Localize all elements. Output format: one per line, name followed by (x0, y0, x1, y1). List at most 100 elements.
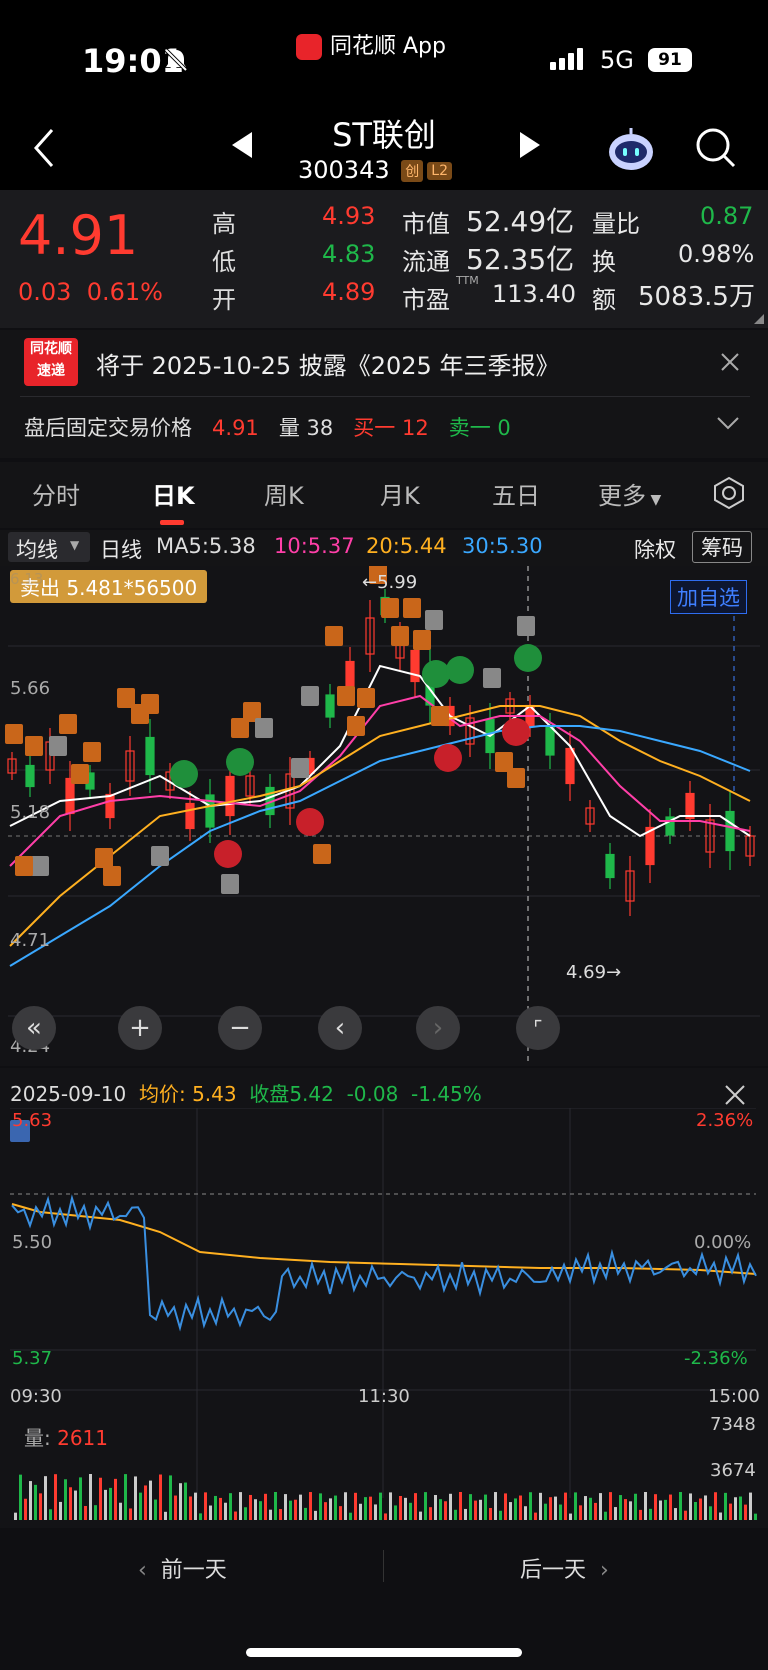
add-watchlist-button[interactable]: 加自选 (670, 580, 747, 614)
tab-weekly-k[interactable]: 周K (264, 476, 304, 511)
search-icon[interactable] (694, 126, 738, 170)
signal-tag (391, 626, 409, 646)
scroll-start-button[interactable]: « (12, 1006, 56, 1050)
current-app-label: 同花顺 App (296, 28, 446, 60)
indicator-selector[interactable]: 均线 ▼ (8, 532, 90, 562)
candle-body (565, 747, 575, 785)
tab-five-day[interactable]: 五日 (492, 476, 540, 511)
next-day-button[interactable]: 后一天 › (520, 1552, 609, 1584)
volume-bar (239, 1492, 242, 1520)
volume-bar (234, 1511, 237, 1520)
volume-bar (304, 1507, 307, 1520)
notice-text[interactable]: 将于 2025-10-25 披露《2025 年三季报》 (96, 346, 559, 381)
intraday-canvas (10, 1108, 757, 1520)
volume-bar (149, 1480, 152, 1520)
quote-panel: 4.91 0.03 0.61% 高 4.93 低 4.83 开 4.89 市值 … (0, 190, 768, 328)
volume-bar (504, 1493, 507, 1520)
volume-bar (189, 1496, 192, 1520)
volume-bar (164, 1511, 167, 1520)
signal-tag (347, 716, 365, 736)
logo-line2: 速递 (37, 363, 65, 379)
high-value: 4.93 (322, 202, 376, 230)
signal-circle (446, 656, 474, 684)
zoom-in-button[interactable]: + (118, 1006, 162, 1050)
chevron-right-icon: › (586, 1558, 609, 1583)
volume-bar (614, 1507, 617, 1520)
open-label: 开 (212, 286, 236, 314)
vol-ratio-label: 量比 (592, 210, 640, 238)
volume-bar (244, 1507, 247, 1520)
fullscreen-button[interactable]: ⌜ (516, 1006, 560, 1050)
y-axis-top: 6.13 (10, 570, 44, 588)
exrights-button[interactable]: 除权 (634, 534, 676, 564)
amount-label: 额 (592, 286, 616, 314)
signal-tag (301, 686, 319, 706)
high-marker-value: 5.99 (377, 572, 418, 593)
volume-bar (659, 1500, 662, 1520)
high-marker: ←5.99 (362, 572, 418, 593)
volume-bar (169, 1475, 172, 1520)
scroll-left-button[interactable]: ‹ (318, 1006, 362, 1050)
after-hours-row: 盘后固定交易价格 4.91 量 38 买一 12 卖一 0 (24, 412, 511, 442)
close-icon[interactable] (720, 352, 740, 372)
robot-assistant-icon[interactable] (606, 124, 656, 174)
float-value: 52.35亿 (466, 243, 575, 276)
volume-bar (119, 1502, 122, 1520)
volume-bar (739, 1496, 742, 1520)
signal-tag (291, 758, 309, 778)
after-vol-label: 量 (278, 416, 300, 440)
change-pct: 0.61% (86, 278, 163, 306)
candle-body (605, 853, 615, 879)
volume-bar (339, 1506, 342, 1520)
volume-bar (414, 1493, 417, 1520)
high-label: 高 (212, 210, 236, 238)
signal-tag (425, 610, 443, 630)
scroll-right-button[interactable]: › (416, 1006, 460, 1050)
chevron-down-icon[interactable] (716, 416, 740, 430)
chips-button[interactable]: 筹码 (692, 531, 752, 563)
volume-bar (479, 1499, 482, 1520)
volume-bar (459, 1492, 462, 1520)
ma-legend-row: 均线 ▼ 日线 MA5:5.38 10:5.37 20:5.44 30:5.30… (0, 530, 768, 566)
volume-bar (684, 1510, 687, 1520)
volume-bar (609, 1492, 612, 1520)
volume-bar (629, 1501, 632, 1520)
expand-corner-icon[interactable] (754, 314, 764, 324)
signal-circle (422, 660, 450, 688)
tab-monthly-k[interactable]: 月K (380, 476, 420, 511)
settings-icon[interactable] (712, 476, 746, 510)
tab-intraday[interactable]: 分时 (32, 476, 80, 511)
volume-bar (14, 1512, 17, 1520)
zoom-out-button[interactable]: − (218, 1006, 262, 1050)
volume-bar (184, 1482, 187, 1520)
volume-bar (59, 1501, 62, 1520)
candle-body (145, 736, 155, 776)
signal-tag (381, 598, 399, 618)
float-label: 流通 (402, 248, 450, 276)
volume-bar (589, 1497, 592, 1520)
volume-bar (219, 1497, 222, 1520)
stock-code: 300343 (298, 156, 390, 184)
period-tabs: 分时 日K 周K 月K 五日 更多 ▼ (0, 462, 768, 528)
signal-circle (214, 840, 242, 868)
tab-daily-k[interactable]: 日K (152, 476, 195, 511)
volume-bar (309, 1492, 312, 1520)
volume-bar (579, 1505, 582, 1520)
kline-chart[interactable]: 卖出 5.481*56500 加自选 6.13 5.66 5.18 4.71 4… (0, 566, 768, 1066)
low-label: 低 (212, 248, 236, 276)
tab-more[interactable]: 更多 ▼ (598, 476, 661, 511)
next-stock-icon[interactable] (518, 132, 540, 158)
ma10-line (9, 694, 751, 867)
close-icon[interactable] (724, 1084, 746, 1106)
volume-bar (534, 1512, 537, 1520)
volume-bar (264, 1493, 267, 1520)
signal-circle (296, 808, 324, 836)
volume-bar (599, 1493, 602, 1520)
prev-day-button[interactable]: ‹ 前一天 (138, 1552, 227, 1584)
signal-tag (71, 764, 89, 784)
amount-value: 5083.5万 (638, 282, 755, 312)
volume-bar (144, 1485, 147, 1520)
high-row: 高 (212, 204, 236, 239)
volume-bar (269, 1509, 272, 1520)
vol-axis-mid: 3674 (710, 1460, 756, 1481)
